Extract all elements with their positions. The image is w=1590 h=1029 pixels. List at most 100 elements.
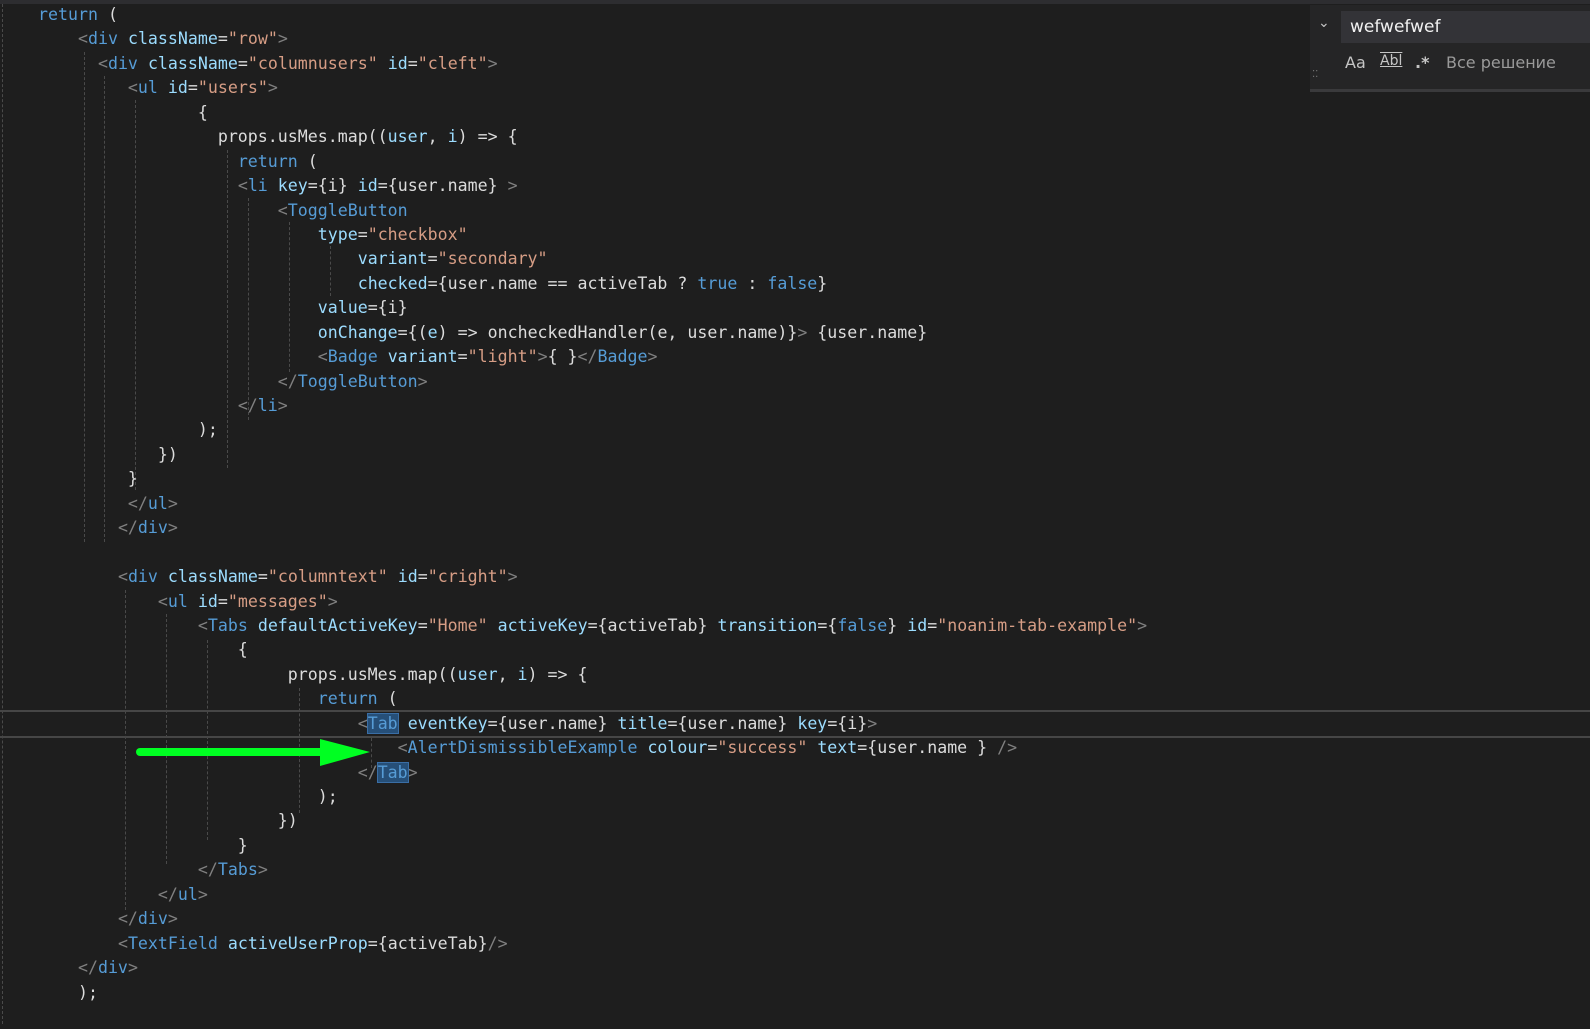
code-line[interactable]: variant="secondary" [38,247,1590,271]
code-line[interactable]: <Tabs defaultActiveKey="Home" activeKey=… [38,614,1590,638]
code-line[interactable]: <TextField activeUserProp={activeTab}/> [38,932,1590,956]
whole-word-icon[interactable]: Abl [1380,53,1402,69]
code-token: false [767,273,818,293]
code-line[interactable]: } [38,467,1590,491]
code-line[interactable]: <ul id="messages"> [38,590,1590,614]
code-token: checked [357,273,428,293]
code-token: ={i} [367,298,408,318]
code-token: } [38,835,248,855]
code-token: > [267,78,278,98]
code-line[interactable]: }) [38,443,1590,467]
code-token: > [127,958,138,978]
code-token: </ [197,860,218,880]
code-line[interactable]: type="checkbox" [38,223,1590,247]
code-line[interactable]: <div className="columntext" id="cright"> [38,565,1590,589]
code-token: div [87,29,118,49]
code-token: } [887,615,908,635]
code-token: li [257,396,278,415]
code-line[interactable]: ); [38,785,1590,809]
code-token: "noanim-tab-example" [937,615,1138,635]
code-line[interactable]: onChange={(e) => oncheckedHandler(e, use… [38,321,1590,345]
code-line[interactable] [38,541,1590,565]
code-line[interactable]: { [38,101,1590,125]
code-token: value [317,298,368,318]
code-token: > [167,493,178,513]
code-line[interactable]: </ul> [38,883,1590,907]
code-line[interactable]: ); [38,981,1590,1005]
code-token: type [317,224,358,244]
code-token: < [117,567,128,587]
code-token: "columntext" [267,567,388,587]
code-line[interactable]: <Badge variant="light">{ }</Badge> [38,345,1590,369]
code-token: ={( [397,322,428,342]
code-editor[interactable]: return ( <div className="row"> <div clas… [0,3,1590,1005]
code-line[interactable]: </div> [38,516,1590,540]
code-token: className [127,29,218,49]
code-line[interactable]: { [38,638,1590,662]
code-line[interactable]: props.usMes.map((user, i) => { [38,125,1590,149]
code-token: < [127,78,138,98]
code-line[interactable]: </Tabs> [38,858,1590,882]
code-line[interactable]: value={i} [38,296,1590,320]
code-line[interactable]: return ( [38,150,1590,174]
code-line[interactable]: checked={user.name == activeTab ? true :… [38,272,1590,296]
code-token: < [357,713,368,733]
code-line[interactable]: </ToggleButton> [38,370,1590,394]
code-line[interactable]: <li key={i} id={user.name} > [38,174,1590,198]
code-token: > [797,322,808,342]
code-line[interactable]: props.usMes.map((user, i) => { [38,663,1590,687]
code-token: = [457,347,468,367]
code-token: "success" [717,738,808,758]
code-line[interactable]: <ToggleButton [38,199,1590,223]
code-token: > [537,347,548,367]
code-token: Tabs [207,615,248,635]
search-scope-dropdown[interactable]: Все решение [1446,53,1556,72]
code-line[interactable]: </li> [38,394,1590,418]
code-token: ) => oncheckedHandler(e, user.name)} [437,322,798,342]
code-token: ); [38,420,218,440]
code-token: < [317,347,328,367]
code-line[interactable]: </ul> [38,492,1590,516]
code-line[interactable]: <Tab eventKey={user.name} title={user.na… [0,709,1590,739]
code-token: = [417,615,428,635]
code-token: = [217,591,228,611]
code-token: title [617,713,668,733]
code-token: </ [157,884,178,904]
code-token: ToggleButton [287,200,408,220]
code-token: = [707,738,718,758]
code-token: < [237,176,248,196]
code-line[interactable]: } [38,834,1590,858]
code-token: true [697,273,738,293]
code-token: , [427,127,448,147]
code-line[interactable]: </div> [38,956,1590,980]
chevron-down-icon[interactable]: ⌄ [1318,15,1330,31]
regex-icon[interactable]: .* [1415,53,1429,72]
code-token: ul [177,884,198,904]
code-line[interactable]: return ( [38,687,1590,711]
find-input[interactable]: wefwefwef [1341,11,1590,43]
code-line[interactable]: }) [38,809,1590,833]
code-token: ={activeTab} [587,615,718,635]
code-token: </ [577,347,598,367]
match-case-icon[interactable]: Aa [1345,53,1366,72]
code-token: ={user.name == activeTab ? [427,273,698,293]
resize-grip-icon[interactable]: ⁚⁚ [1312,69,1318,80]
code-token: = [357,224,368,244]
code-token: e [427,322,438,342]
code-token: i [447,127,458,147]
code-line[interactable]: ); [38,418,1590,442]
code-line[interactable]: </div> [38,907,1590,931]
code-token: /> [487,933,508,953]
